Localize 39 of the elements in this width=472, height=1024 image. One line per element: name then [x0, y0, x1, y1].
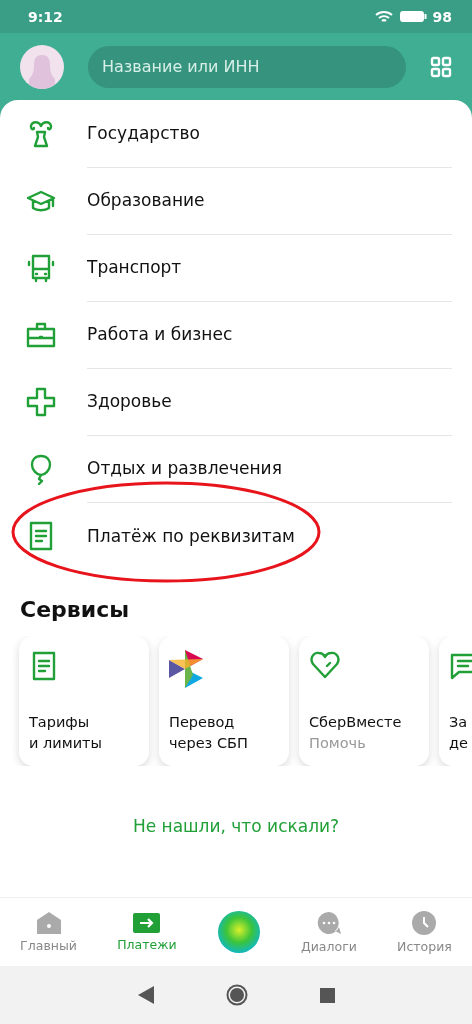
card-label: через СБП: [169, 734, 249, 753]
clock-icon: [412, 910, 437, 935]
nav-tab[interactable]: Главный: [20, 911, 77, 953]
category-item[interactable]: Здоровье: [87, 391, 172, 411]
card-label: Перевод: [169, 713, 236, 732]
recents-icon[interactable]: [319, 987, 335, 1003]
service-card[interactable]: За де: [439, 636, 472, 766]
chat-bubble-icon: [316, 910, 341, 935]
card-label: СберВместе: [309, 713, 403, 732]
category-item[interactable]: Отдых и развлечения: [87, 458, 282, 478]
status-time: 9:12: [28, 8, 63, 25]
card-label: и лимиты: [29, 734, 103, 753]
battery-percent: 98: [432, 8, 452, 25]
heart-icon: [309, 650, 341, 680]
nav-tab[interactable]: Платежи: [117, 912, 177, 952]
category-item[interactable]: Образование: [87, 190, 205, 210]
search-field[interactable]: Название или ИНН: [88, 45, 406, 88]
service-card[interactable]: Перевод через СБП: [159, 636, 289, 766]
grid-icon[interactable]: [430, 55, 452, 78]
cross-icon: [24, 385, 57, 418]
card-label: де: [449, 734, 469, 753]
section-title: Сервисы: [19, 596, 131, 624]
category-item[interactable]: Транспорт: [87, 257, 182, 277]
card-subtitle: Помочь: [309, 734, 367, 753]
nav-tab[interactable]: Диалоги: [301, 910, 357, 954]
service-card[interactable]: Тарифы и лимиты: [19, 636, 149, 766]
home-icon: [36, 911, 61, 934]
card-label: За: [449, 713, 469, 732]
category-item[interactable]: Государство: [87, 123, 200, 143]
back-icon[interactable]: [137, 986, 154, 1004]
service-card[interactable]: СберВместе Помочь: [299, 636, 429, 766]
nav-tab[interactable]: История: [397, 910, 452, 954]
home-button-icon[interactable]: [225, 984, 248, 1006]
card-label: Тарифы: [29, 713, 91, 732]
battery-icon: [398, 10, 427, 23]
sbp-logo-icon: [169, 650, 203, 688]
category-item[interactable]: Работа и бизнес: [87, 324, 233, 344]
category-item[interactable]: Платёж по реквизитам: [87, 525, 295, 546]
wifi-icon: [374, 9, 393, 24]
